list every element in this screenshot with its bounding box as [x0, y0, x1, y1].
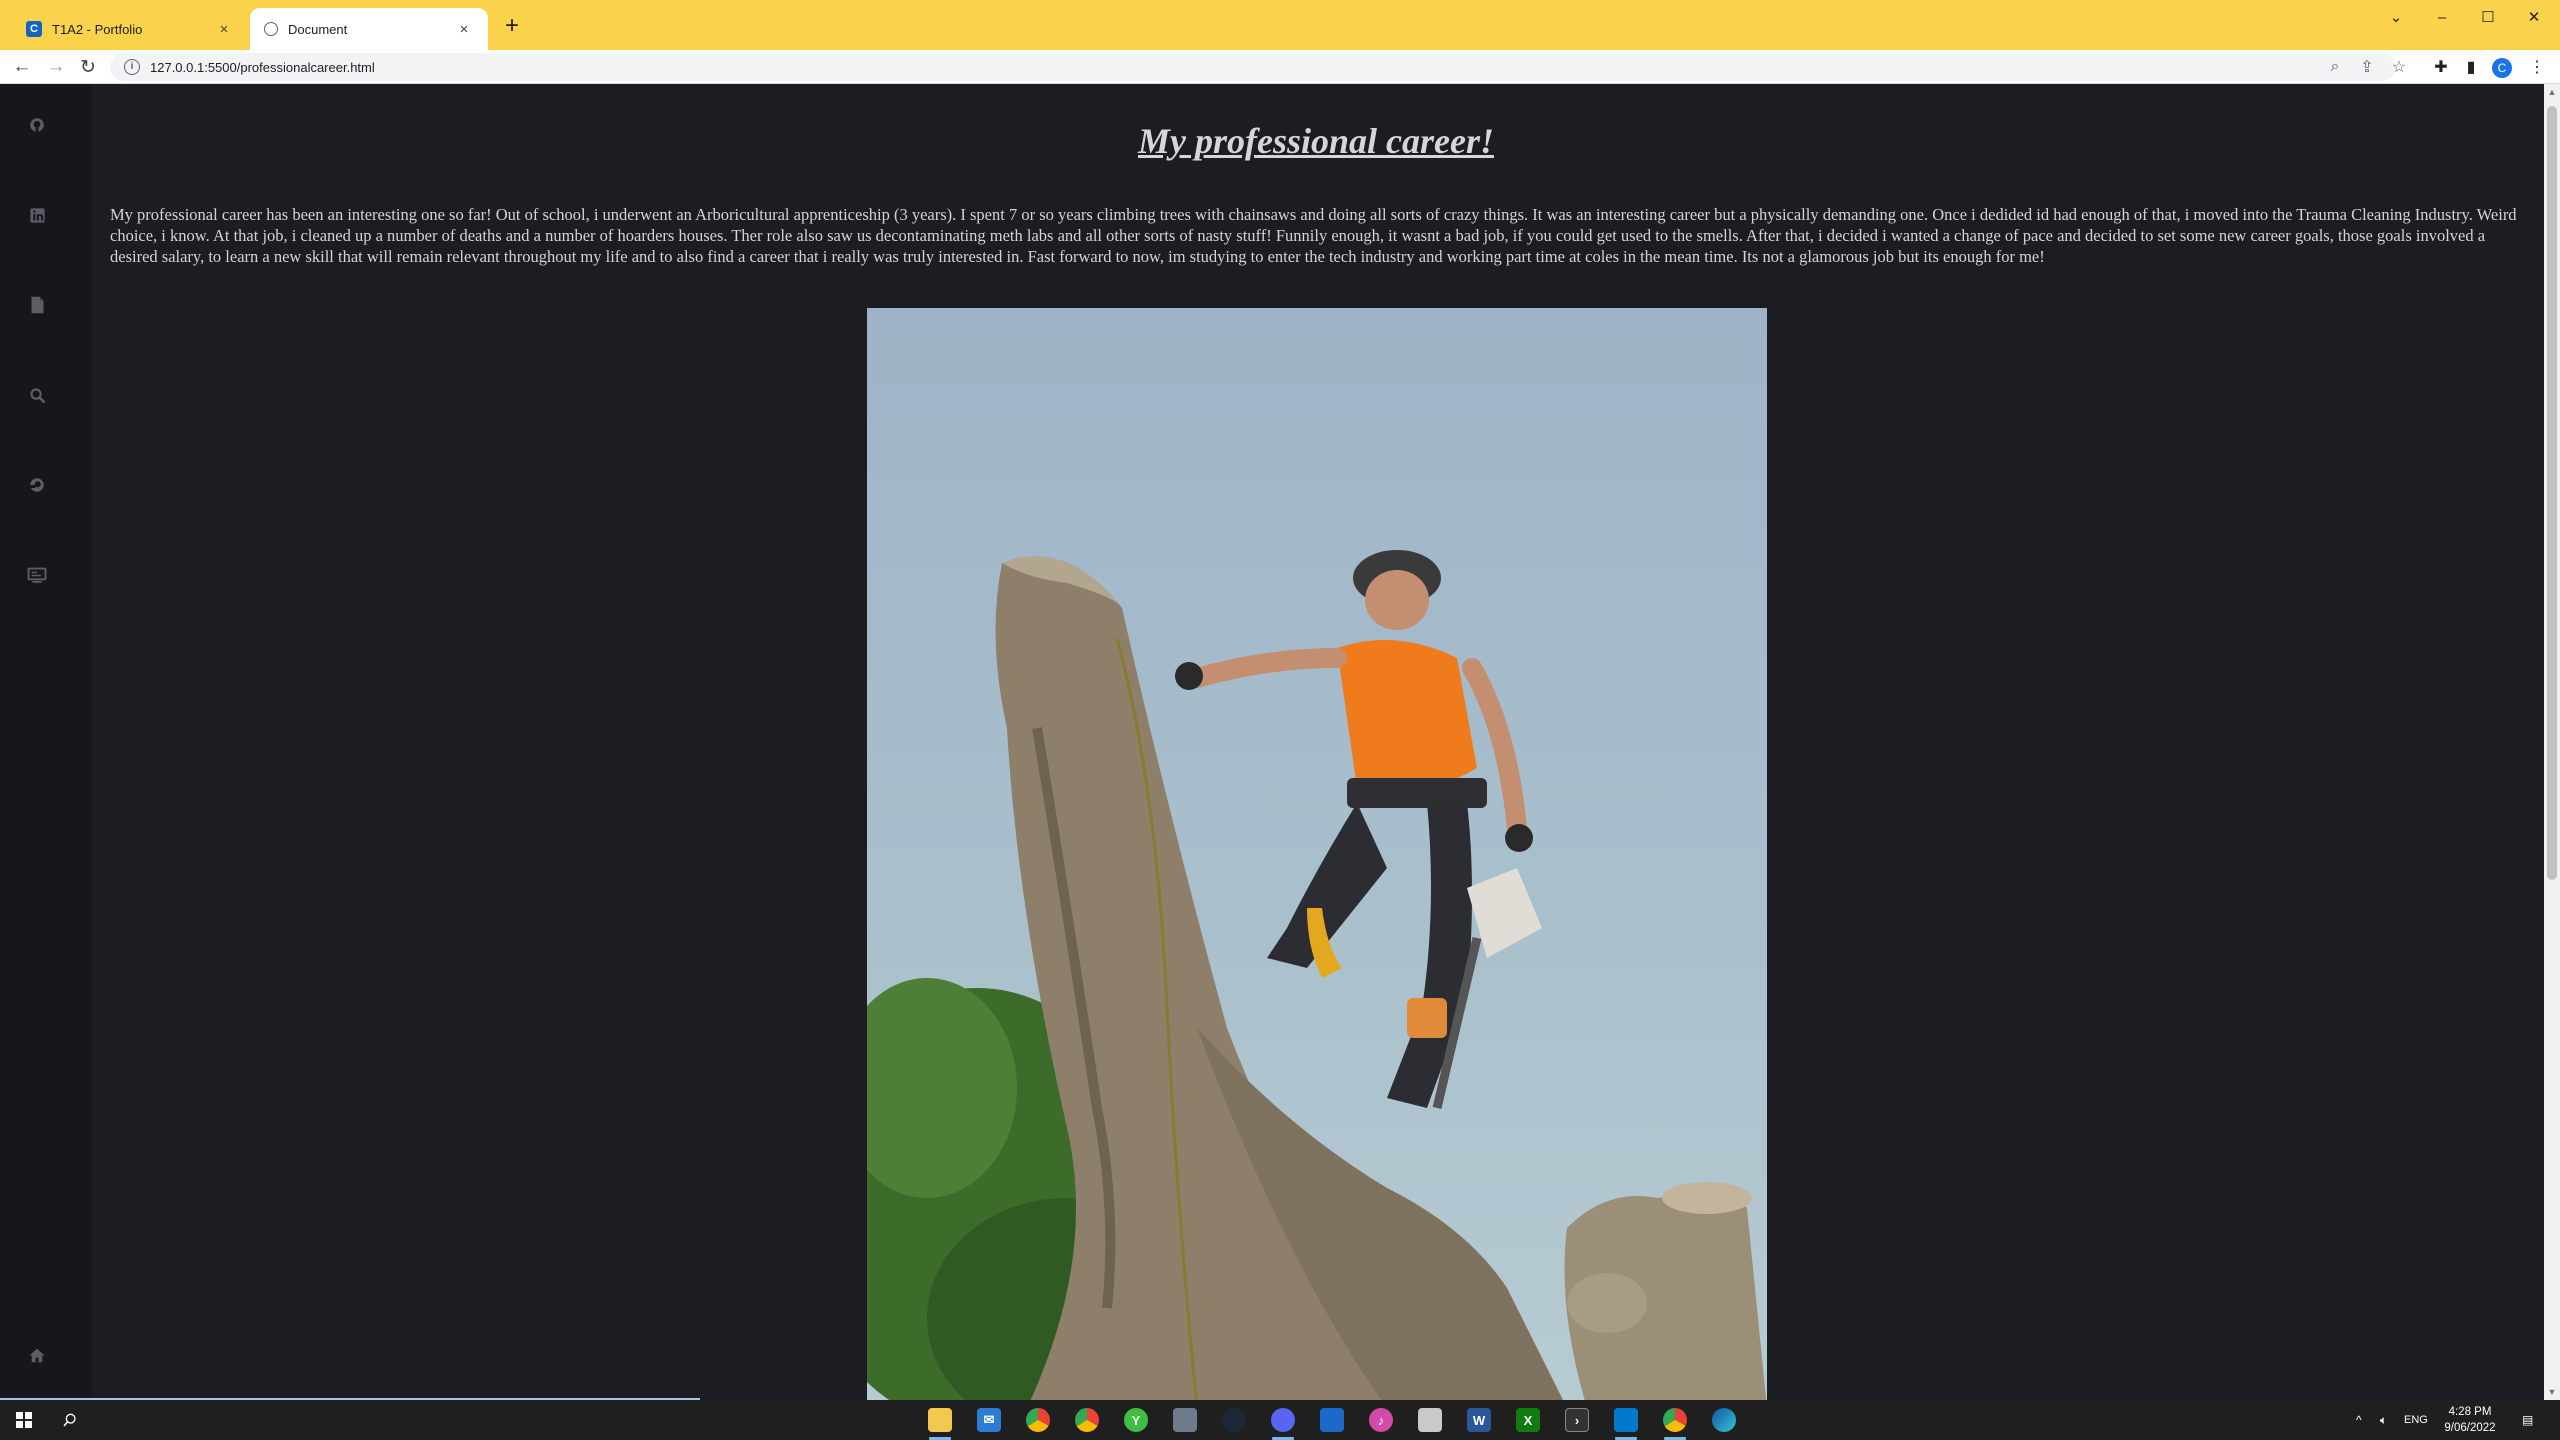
search-icon[interactable] — [58, 1408, 82, 1432]
mail-icon[interactable]: ✉ — [977, 1408, 1001, 1432]
zoom-icon[interactable]: ⌕ — [2322, 54, 2348, 80]
arborist-tree-photo — [867, 308, 1767, 1400]
profile-avatar[interactable]: C — [2492, 58, 2512, 78]
scroll-down-icon[interactable]: ▼ — [2544, 1384, 2560, 1400]
tab-document[interactable]: Document × — [250, 8, 488, 50]
clock-date: 9/06/2022 — [2444, 1422, 2496, 1434]
document-icon[interactable] — [26, 294, 48, 316]
scroll-up-icon[interactable]: ▲ — [2544, 84, 2560, 100]
linkedin-icon[interactable] — [26, 204, 48, 226]
main-content: My professional career! My professional … — [92, 84, 2540, 1400]
edge-icon[interactable] — [1712, 1408, 1736, 1432]
clock-time: 4:28 PM — [2448, 1406, 2492, 1418]
new-tab-button[interactable]: + — [498, 12, 526, 40]
page-viewport: My professional career! My professional … — [0, 84, 2560, 1400]
app-icon[interactable] — [1320, 1408, 1344, 1432]
home-icon[interactable] — [26, 1344, 48, 1366]
chrome-icon[interactable] — [1026, 1408, 1050, 1432]
taskbar-clock[interactable]: 4:28 PM 9/06/2022 — [2426, 1404, 2514, 1436]
close-tab-icon[interactable]: × — [454, 19, 474, 39]
projects-icon[interactable] — [26, 564, 48, 586]
career-paragraph: My professional career has been an inter… — [110, 205, 2517, 266]
windows-taskbar: ✉ Y ♪ W X › ^ 🔈︎ ENG 4:28 PM 9/06/2022 ▤ — [0, 1400, 2560, 1440]
globe-icon — [264, 22, 278, 36]
extensions-icon[interactable]: ✚ — [2428, 54, 2454, 80]
github-icon[interactable] — [26, 114, 48, 136]
minimize-icon[interactable]: – — [2419, 0, 2465, 34]
maximize-icon[interactable]: ☐ — [2465, 0, 2511, 34]
close-tab-icon[interactable]: × — [214, 19, 234, 39]
tab-portfolio[interactable]: C T1A2 - Portfolio × — [12, 8, 248, 50]
itunes-icon[interactable]: ♪ — [1369, 1408, 1393, 1432]
vscode-icon[interactable] — [1614, 1408, 1638, 1432]
windows-start-icon[interactable] — [12, 1408, 36, 1432]
tab-title: Document — [288, 21, 348, 37]
menu-kebab-icon[interactable]: ⋮ — [2524, 54, 2550, 80]
volume-icon[interactable]: 🔈︎ — [2380, 1400, 2387, 1440]
url-text: 127.0.0.1:5500/professionalcareer.html — [150, 59, 375, 75]
vertical-scrollbar[interactable]: ▲ ▼ — [2544, 84, 2560, 1400]
forward-icon[interactable]: → — [42, 54, 70, 80]
browser-toolbar: ← → ↻ i 127.0.0.1:5500/professionalcaree… — [0, 50, 2560, 84]
reload-icon[interactable]: ↻ — [74, 54, 102, 80]
file-explorer-icon[interactable] — [928, 1408, 952, 1432]
terminal-icon[interactable]: › — [1565, 1408, 1589, 1432]
tab-title: T1A2 - Portfolio — [52, 21, 143, 37]
language-indicator[interactable]: ENG — [2404, 1400, 2428, 1440]
share-icon[interactable]: ⇪ — [2354, 54, 2380, 80]
chrome-active-icon[interactable] — [1663, 1408, 1687, 1432]
xbox-app-icon[interactable]: Y — [1124, 1408, 1148, 1432]
history-icon[interactable] — [26, 474, 48, 496]
portfolio-favicon-icon: C — [26, 21, 42, 37]
notification-icon[interactable]: ▤ — [2522, 1400, 2533, 1440]
files-icon[interactable] — [1173, 1408, 1197, 1432]
site-info-icon[interactable]: i — [124, 59, 140, 75]
bookmark-star-icon[interactable]: ☆ — [2386, 54, 2412, 80]
back-icon[interactable]: ← — [8, 54, 36, 80]
storage-icon[interactable] — [1418, 1408, 1442, 1432]
discord-icon[interactable] — [1271, 1408, 1295, 1432]
steam-icon[interactable] — [1222, 1408, 1246, 1432]
page-title: My professional career! — [1138, 121, 1494, 161]
tab-search-icon[interactable]: ⌄ — [2373, 0, 2419, 34]
side-panel-icon[interactable]: ▮ — [2458, 54, 2484, 80]
left-sidebar — [0, 84, 92, 1400]
scrollbar-thumb[interactable] — [2547, 106, 2557, 880]
xbox-icon[interactable]: X — [1516, 1408, 1540, 1432]
address-bar[interactable]: i 127.0.0.1:5500/professionalcareer.html — [110, 53, 2396, 81]
chrome-profile-icon[interactable] — [1075, 1408, 1099, 1432]
close-window-icon[interactable]: ✕ — [2511, 0, 2557, 34]
search-icon[interactable] — [26, 384, 48, 406]
browser-tabstrip: C T1A2 - Portfolio × Document × + ⌄ – ☐ … — [0, 0, 2560, 50]
word-icon[interactable]: W — [1467, 1408, 1491, 1432]
tray-chevron-icon[interactable]: ^ — [2356, 1400, 2362, 1440]
